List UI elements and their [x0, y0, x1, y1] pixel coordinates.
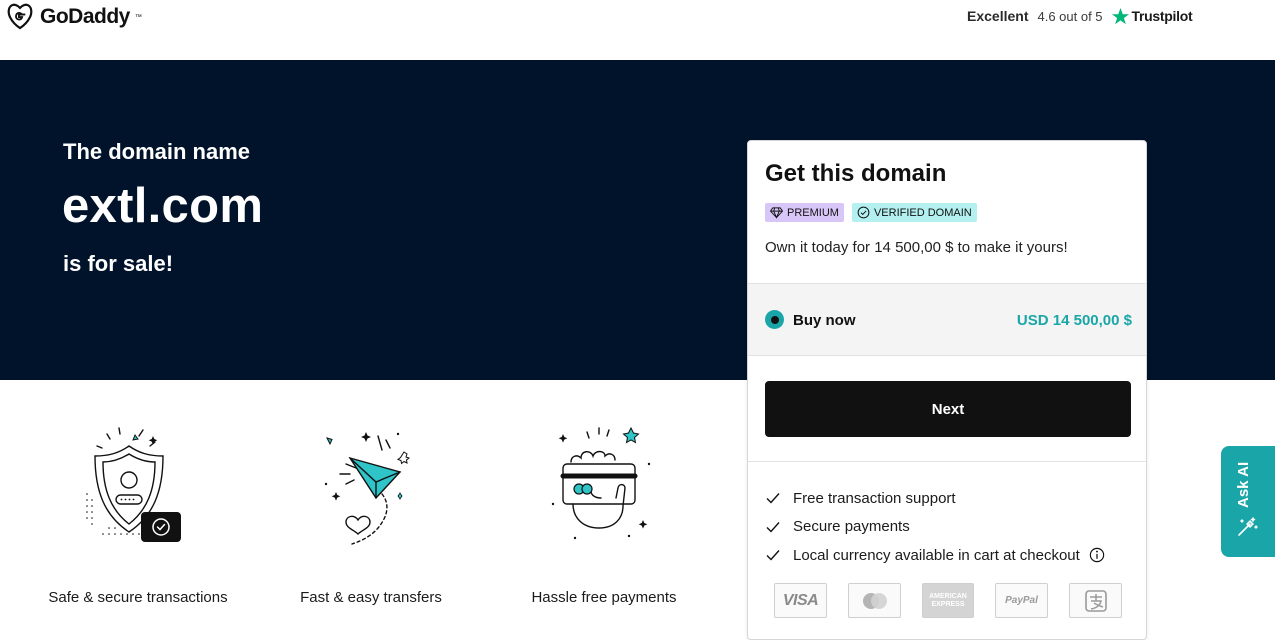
benefit-text: Local currency available in cart at chec…: [793, 546, 1080, 564]
logo-text: GoDaddy: [40, 5, 130, 28]
godaddy-logo[interactable]: GoDaddy ™: [6, 3, 142, 31]
benefits-list: Free transaction support Secure payments…: [765, 484, 1117, 570]
godaddy-logo-icon: [7, 3, 33, 30]
amex-icon: AMERICAN EXPRESS: [922, 583, 974, 618]
features-section: Safe & secure transactions Fast & easy t…: [0, 380, 740, 624]
hand-card-icon: [551, 426, 651, 540]
buy-now-price: USD 14 500,00 $: [1016, 312, 1132, 329]
check-circle-icon: [857, 206, 870, 219]
domain-badges: PREMIUM VERIFIED DOMAIN: [765, 203, 977, 222]
trustpilot-score: 4.6 out of 5: [1037, 8, 1103, 24]
trustpilot-brand: Trustpilot: [1131, 8, 1193, 24]
alipay-icon: [1069, 583, 1122, 618]
diamond-icon: [770, 207, 783, 219]
radio-selected-dot: [770, 315, 779, 324]
hero-post-text: is for sale!: [63, 251, 174, 276]
checkmark-icon: [766, 493, 780, 504]
paper-plane-icon: [324, 432, 411, 545]
purchase-card: Get this domain PREMIUM VERIFIED DOMAIN …: [747, 140, 1147, 640]
info-icon[interactable]: [1089, 547, 1105, 563]
checkmark-icon: [766, 521, 780, 533]
payment-methods: VISA AMERICAN EXPRESS PayPal: [774, 583, 1122, 618]
verified-badge: VERIFIED DOMAIN: [851, 203, 977, 222]
premium-badge: PREMIUM: [765, 203, 844, 222]
benefit-item: Local currency available in cart at chec…: [765, 541, 1117, 570]
buy-now-option[interactable]: Buy now USD 14 500,00 $: [748, 283, 1146, 356]
benefit-item: Secure payments: [765, 513, 1117, 542]
buy-now-radio[interactable]: [765, 310, 784, 329]
buy-now-label: Buy now: [793, 312, 856, 329]
trustpilot-excellent: Excellent: [967, 8, 1029, 24]
trustpilot-star-icon: [1111, 7, 1129, 24]
top-bar: GoDaddy ™ Excellent 4.6 out of 5 Trustpil…: [0, 0, 1275, 60]
logo-trademark: ™: [134, 13, 142, 21]
card-title: Get this domain: [765, 160, 947, 187]
magic-wand-icon: [1238, 517, 1258, 536]
trustpilot-rating[interactable]: Excellent 4.6 out of 5 Trustpilot: [967, 5, 1193, 27]
checkmark-icon: [766, 550, 780, 561]
card-divider: [748, 461, 1146, 462]
hero-pre-text: The domain name: [63, 139, 251, 164]
next-button[interactable]: Next: [765, 381, 1131, 437]
benefit-item: Free transaction support: [765, 484, 1117, 513]
premium-badge-label: PREMIUM: [787, 206, 839, 219]
shield-user-icon: [86, 427, 181, 542]
ask-ai-label: Ask AI: [1235, 461, 1252, 508]
feature-fast-easy-label: Fast & easy transfers: [300, 589, 442, 606]
feature-hassle-free-label: Hassle free payments: [531, 589, 677, 606]
benefit-text: Secure payments: [793, 518, 910, 536]
verified-badge-label: VERIFIED DOMAIN: [873, 206, 972, 219]
visa-icon: VISA: [774, 583, 827, 618]
hero-domain-name: extl.com: [62, 179, 264, 233]
benefit-text: Free transaction support: [793, 489, 956, 507]
paypal-icon: PayPal: [995, 583, 1048, 618]
mastercard-icon: [848, 583, 901, 618]
card-subtitle: Own it today for 14 500,00 $ to make it …: [765, 239, 1068, 256]
ask-ai-button[interactable]: Ask AI: [1221, 446, 1275, 557]
feature-safe-secure-label: Safe & secure transactions: [48, 589, 228, 606]
